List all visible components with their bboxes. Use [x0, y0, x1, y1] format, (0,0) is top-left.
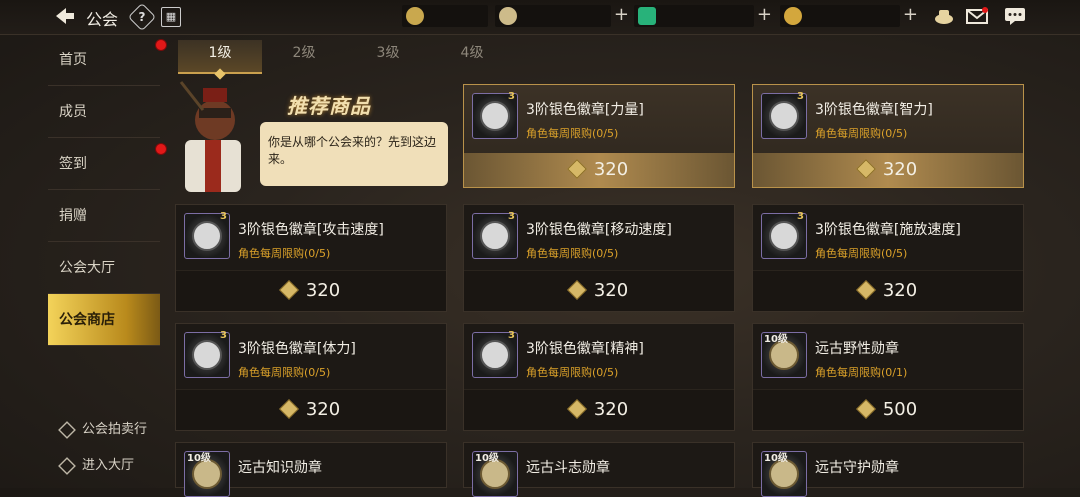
sidebar-item-home[interactable]: 首页: [48, 34, 160, 86]
item-name: 3阶银色徽章[攻击速度]: [238, 222, 384, 238]
treasure-icon[interactable]: [933, 6, 955, 26]
buy-button[interactable]: 320: [464, 270, 734, 311]
gold-coin-currency: [402, 5, 488, 27]
gold-coin-icon: [406, 7, 424, 25]
item-name: 3阶银色徽章[智力]: [815, 102, 933, 118]
buy-button[interactable]: 320: [753, 153, 1023, 187]
silver-coin-icon: [499, 7, 517, 25]
tab-level-2[interactable]: 2级: [262, 40, 346, 72]
help-icon: ?: [138, 10, 146, 24]
shop-item-card[interactable]: 10级 远古斗志勋章: [463, 442, 735, 497]
shop-item-card[interactable]: 3 3阶银色徽章[精神] 角色每周限购(0/5) 320: [463, 323, 735, 431]
ancient-fighting-medal-icon: 10级: [472, 451, 518, 497]
buy-button[interactable]: 320: [753, 270, 1023, 311]
item-limit: 角色每周限购(0/5): [526, 127, 619, 140]
item-name: 3阶银色徽章[精神]: [526, 341, 644, 357]
green-gem-icon: [638, 7, 656, 25]
mail-icon[interactable]: [966, 6, 988, 26]
guild-coin-icon: [566, 399, 587, 419]
spirit-badge-icon: 3: [472, 330, 518, 378]
top-bar: 公会 ? ▦ + + +: [0, 0, 1080, 35]
item-limit: 角色每周限购(0/5): [526, 247, 619, 260]
guild-coin-icon: [855, 280, 876, 300]
gem-currency: +: [634, 4, 772, 27]
add-bonus-button[interactable]: +: [903, 4, 918, 25]
item-name: 3阶银色徽章[体力]: [238, 341, 356, 357]
guild-coin-icon: [278, 399, 299, 419]
npc-speech-bubble: 你是从哪个公会来的？先到这边来。: [260, 122, 448, 186]
add-gem-button[interactable]: +: [757, 4, 772, 25]
buy-button[interactable]: 320: [464, 389, 734, 430]
shop-item-card[interactable]: 10级 远古知识勋章: [175, 442, 447, 497]
item-name: 远古野性勋章: [815, 341, 899, 357]
buy-button[interactable]: 320: [464, 153, 734, 187]
buy-button[interactable]: 320: [176, 389, 446, 430]
attack-speed-badge-icon: 3: [184, 211, 230, 259]
item-name: 远古守护勋章: [815, 460, 899, 476]
ancient-wild-medal-icon: 10级: [761, 332, 807, 378]
tab-level-1[interactable]: 1级: [178, 40, 262, 74]
silver-coin-currency: +: [495, 4, 629, 27]
add-silver-button[interactable]: +: [614, 4, 629, 25]
strength-badge-icon: 3: [472, 91, 518, 139]
shop-item-card[interactable]: 3 3阶银色徽章[体力] 角色每周限购(0/5) 320: [175, 323, 447, 431]
shop-item-card[interactable]: 3 3阶银色徽章[施放速度] 角色每周限购(0/5) 320: [752, 204, 1024, 312]
back-arrow-icon[interactable]: [54, 6, 76, 26]
buy-button[interactable]: 320: [176, 270, 446, 311]
shop-item-card[interactable]: 3 3阶银色徽章[移动速度] 角色每周限购(0/5) 320: [463, 204, 735, 312]
hall-icon: [58, 456, 76, 475]
stamina-badge-icon: 3: [184, 330, 230, 378]
item-limit: 角色每周限购(0/5): [815, 127, 908, 140]
notification-dot: [155, 143, 167, 155]
item-limit: 角色每周限购(0/5): [526, 366, 619, 379]
guild-auction-button[interactable]: 公会拍卖行: [58, 418, 147, 439]
shop-item-card[interactable]: 3 3阶银色徽章[力量] 角色每周限购(0/5) 320: [463, 84, 735, 188]
move-speed-badge-icon: 3: [472, 211, 518, 259]
chat-icon[interactable]: [1004, 6, 1026, 26]
bonus-coin-icon: [784, 7, 802, 25]
intelligence-badge-icon: 3: [761, 91, 807, 139]
tab-level-3[interactable]: 3级: [346, 40, 430, 72]
guild-coin-icon: [855, 399, 876, 419]
sidebar-item-guild-shop[interactable]: 公会商店: [48, 294, 160, 346]
guild-coin-icon: [278, 280, 299, 300]
enter-hall-button[interactable]: 进入大厅: [58, 454, 134, 475]
help-button[interactable]: ?: [127, 2, 157, 32]
ancient-guard-medal-icon: 10级: [761, 451, 807, 497]
item-name: 3阶银色徽章[力量]: [526, 102, 644, 118]
bonus-coin-currency: +: [780, 4, 918, 27]
featured-title: 推荐商品: [287, 94, 371, 118]
item-limit: 角色每周限购(0/5): [815, 247, 908, 260]
item-limit: 角色每周限购(0/5): [238, 247, 331, 260]
sidebar-item-checkin[interactable]: 签到: [48, 138, 160, 190]
guild-coin-icon: [855, 159, 876, 179]
shop-item-card[interactable]: 3 3阶银色徽章[智力] 角色每周限购(0/5) 320: [752, 84, 1024, 188]
item-limit: 角色每周限购(0/1): [815, 366, 908, 379]
guild-coin-icon: [566, 280, 587, 300]
sidebar-item-members[interactable]: 成员: [48, 86, 160, 138]
cast-speed-badge-icon: 3: [761, 211, 807, 259]
sidebar-item-donate[interactable]: 捐赠: [48, 190, 160, 242]
buy-button[interactable]: 500: [753, 389, 1023, 430]
sidebar: 首页 成员 签到 捐赠 公会大厅 公会商店 公会拍卖行 进入大厅: [0, 34, 167, 488]
shop-item-card[interactable]: 3 3阶银色徽章[攻击速度] 角色每周限购(0/5) 320: [175, 204, 447, 312]
auction-icon: [58, 420, 76, 439]
guild-coin-icon: [566, 159, 587, 179]
ancient-knowledge-medal-icon: 10级: [184, 451, 230, 497]
npc-character-icon: [179, 81, 241, 192]
shop-item-card[interactable]: 10级 远古守护勋章: [752, 442, 1024, 497]
item-name: 远古知识勋章: [238, 460, 322, 476]
shop-item-card[interactable]: 10级 远古野性勋章 角色每周限购(0/1) 500: [752, 323, 1024, 431]
sidebar-item-guild-hall[interactable]: 公会大厅: [48, 242, 160, 294]
tab-level-4[interactable]: 4级: [430, 40, 514, 72]
page-title: 公会: [86, 10, 119, 29]
item-name: 3阶银色徽章[移动速度]: [526, 222, 672, 238]
item-limit: 角色每周限购(0/5): [238, 366, 331, 379]
notification-dot: [155, 39, 167, 51]
calendar-icon[interactable]: ▦: [161, 7, 181, 27]
item-name: 3阶银色徽章[施放速度]: [815, 222, 961, 238]
item-name: 远古斗志勋章: [526, 460, 610, 476]
